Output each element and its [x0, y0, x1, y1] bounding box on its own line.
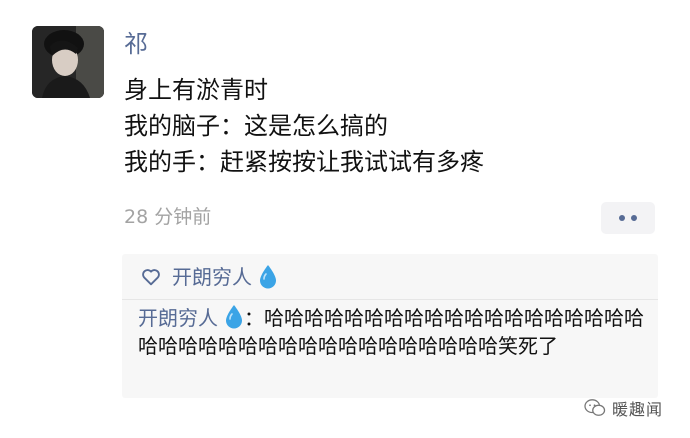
watermark-text: 暖趣闻: [612, 400, 664, 419]
water-drop-icon: [226, 305, 242, 329]
post-line: 我的手：赶紧按按让我试试有多疼: [124, 148, 484, 176]
wechat-logo-icon: [584, 399, 606, 416]
interaction-panel: 开朗穷人 开朗穷人 ：哈哈哈哈哈哈哈哈哈哈哈哈哈哈哈哈哈哈哈哈哈哈哈哈哈哈哈哈哈哈…: [122, 254, 658, 398]
post-line: 我的脑子：这是怎么搞的: [124, 112, 388, 140]
avatar[interactable]: [32, 26, 104, 98]
liker-name[interactable]: 开朗穷人: [172, 263, 252, 291]
comment-item[interactable]: 开朗穷人 ：哈哈哈哈哈哈哈哈哈哈哈哈哈哈哈哈哈哈哈哈哈哈哈哈哈哈哈哈哈哈哈哈哈哈哈…: [138, 304, 650, 360]
more-actions-button[interactable]: [601, 202, 655, 234]
moment-post: 祁 身上有淤青时 我的脑子：这是怎么搞的 我的手：赶紧按按让我试试有多疼 28 …: [0, 0, 690, 438]
post-timestamp: 28 分钟前: [124, 206, 212, 228]
post-line: 身上有淤青时: [124, 76, 268, 104]
avatar-photo-icon: [32, 26, 104, 98]
comment-separator: ：: [244, 306, 264, 330]
post-text: 身上有淤青时 我的脑子：这是怎么搞的 我的手：赶紧按按让我试试有多疼: [124, 72, 664, 180]
post-author[interactable]: 祁: [124, 28, 148, 60]
likes-row: 开朗穷人: [140, 260, 278, 294]
divider: [122, 299, 658, 300]
watermark: 暖趣闻: [584, 394, 663, 422]
water-drop-icon: [260, 265, 276, 289]
heart-outline-icon: [142, 269, 160, 286]
dot-icon: [631, 215, 637, 221]
dot-icon: [619, 215, 625, 221]
comment-author[interactable]: 开朗穷人: [138, 306, 218, 330]
